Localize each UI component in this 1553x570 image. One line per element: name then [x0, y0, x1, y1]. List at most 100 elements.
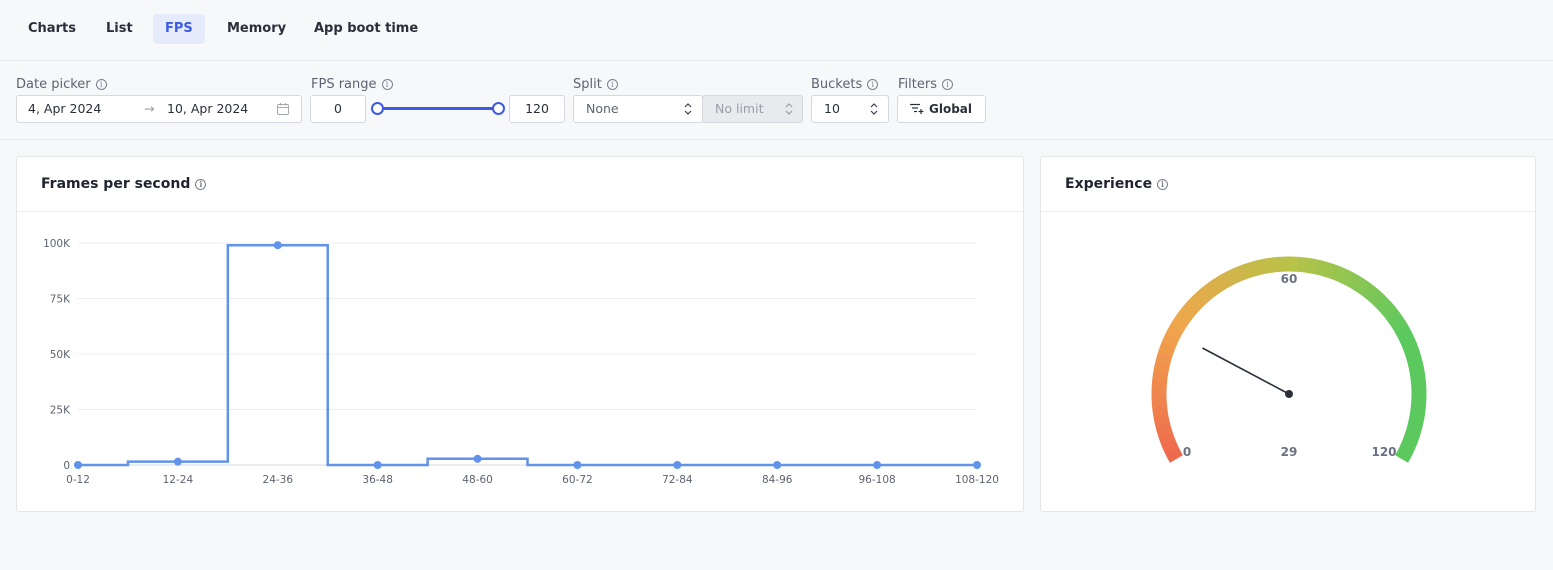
gauge-arc-segment: [1208, 277, 1225, 295]
gauge-arc-segment: [1165, 447, 1183, 463]
fps-min-input[interactable]: 0: [310, 95, 366, 123]
split-limit-value: No limit: [715, 101, 764, 116]
tab-app-boot-time[interactable]: App boot time: [302, 14, 430, 44]
y-tick-label: 100K: [43, 238, 71, 250]
gauge-needle: [1202, 347, 1290, 395]
gauge-arc-segment: [1407, 360, 1425, 374]
gauge-arc-segment: [1158, 431, 1176, 446]
experience-card-title: Experience i: [1065, 176, 1169, 192]
buckets-select-value: 10: [824, 101, 840, 116]
fps-series-line: [78, 243, 977, 467]
fps-max-input[interactable]: 120: [509, 95, 565, 123]
split-select[interactable]: None: [573, 95, 703, 123]
info-icon: i: [606, 79, 618, 90]
global-filter-label: Global: [929, 102, 973, 116]
gauge-arc-segment: [1180, 301, 1199, 319]
gauge-arc-segment: [1165, 324, 1184, 341]
experience-card-title-text: Experience: [1065, 176, 1153, 192]
tab-charts[interactable]: Charts: [16, 14, 88, 44]
gauge-arc-segment: [1346, 272, 1363, 291]
gauge-arc-segment: [1152, 369, 1169, 382]
y-tick-label: 75K: [50, 294, 71, 306]
data-point: [373, 461, 382, 469]
gauge-arc-segment: [1390, 317, 1409, 334]
gauge-arc-segment: [1155, 351, 1173, 365]
y-tick-label: 25K: [50, 405, 71, 417]
slider-track: [377, 107, 498, 110]
slider-min-handle[interactable]: [371, 102, 384, 115]
gauge-arc-segment: [1374, 295, 1392, 313]
fps-card: Frames per second i 0 25K 50K 75K 100K 0-12 12-…: [16, 156, 1024, 512]
data-point: [473, 454, 482, 463]
y-tick-label: 0: [63, 460, 70, 472]
gauge-arc-segment: [1405, 351, 1423, 365]
x-tick-label: 72-84: [662, 474, 693, 486]
gauge-arc-segment: [1409, 406, 1426, 419]
filter-add-icon: [910, 103, 924, 114]
gauge-arc-segment: [1402, 342, 1420, 357]
data-point: [873, 461, 882, 469]
split-select-value: None: [586, 101, 619, 116]
gauge-arc-segment: [1405, 423, 1423, 437]
gauge-arc-segment: [1260, 257, 1273, 275]
buckets-select[interactable]: 10: [811, 95, 889, 123]
gauge-arc-segment: [1161, 439, 1179, 455]
gauge-arc-segment: [1330, 264, 1346, 283]
y-tick-label: 50K: [50, 349, 71, 361]
calendar-icon: [277, 103, 289, 115]
date-picker-label-text: Date picker: [16, 77, 91, 92]
info-icon: i: [95, 79, 107, 90]
global-filter-button[interactable]: Global: [897, 95, 986, 123]
fps-chart: 0 25K 50K 75K 100K 0-12 12-24 24-36 36-48 48-60 60…: [43, 238, 999, 486]
gauge-arc-segment: [1269, 256, 1281, 273]
gauge-min-label: 0: [1183, 445, 1191, 459]
gauge-arc-segment: [1399, 333, 1417, 349]
tab-list[interactable]: List: [94, 14, 145, 44]
chevron-updown-icon: [870, 103, 878, 115]
gauge-arc-segment: [1155, 423, 1173, 437]
data-point: [573, 461, 582, 469]
tab-memory[interactable]: Memory: [215, 14, 298, 44]
gauge-value-label: 29: [1281, 445, 1298, 459]
data-point: [673, 461, 682, 469]
slider-max-handle[interactable]: [492, 102, 505, 115]
fps-range-slider[interactable]: [366, 95, 510, 123]
gauge-arc-segment: [1200, 282, 1218, 301]
gauge-arc-segment: [1152, 406, 1169, 418]
info-icon: i: [867, 79, 879, 90]
fps-card-title: Frames per second i: [41, 176, 207, 192]
gauge-arc-segment: [1395, 325, 1413, 341]
fps-card-header: Frames per second i: [17, 157, 1023, 212]
x-tick-label: 84-96: [762, 474, 793, 486]
date-start-input[interactable]: 4, Apr 2024: [28, 96, 101, 122]
gauge-arc-segment: [1193, 288, 1211, 306]
gauge-arc-segment: [1151, 379, 1168, 390]
data-point: [273, 241, 282, 250]
data-point: [973, 461, 981, 469]
tab-fps[interactable]: FPS: [153, 14, 205, 44]
split-limit-select[interactable]: No limit: [702, 95, 803, 123]
x-tick-label: 108-120: [955, 474, 999, 486]
gauge-arc-segment: [1151, 397, 1168, 409]
buckets-label-text: Buckets: [811, 77, 863, 92]
data-point: [773, 461, 782, 469]
gauge-arc-segment: [1241, 261, 1256, 279]
split-label-text: Split: [573, 77, 602, 92]
fps-range-label-text: FPS range: [311, 77, 377, 92]
gauge-arc-segment: [1379, 301, 1398, 319]
data-point: [74, 461, 82, 469]
gauge-arc-segment: [1216, 272, 1232, 291]
filters-label: Filters i: [898, 77, 953, 92]
arrow-right-icon: →: [144, 101, 155, 116]
gauge-arc-segment: [1251, 259, 1265, 277]
gauge-arc-segment: [1153, 414, 1171, 428]
gauge-arc-segment: [1322, 261, 1337, 280]
gauge-arc-segment: [1175, 308, 1193, 326]
fps-card-title-text: Frames per second: [41, 176, 191, 192]
gauge-arc-segment: [1153, 360, 1171, 373]
gauge-arc-segment: [1360, 282, 1378, 301]
gauge-arc-segment: [1367, 288, 1385, 307]
gauge-arc-segment: [1314, 259, 1328, 277]
date-end-input[interactable]: 10, Apr 2024: [167, 96, 248, 122]
date-range-picker[interactable]: 4, Apr 2024 → 10, Apr 2024: [16, 95, 302, 123]
